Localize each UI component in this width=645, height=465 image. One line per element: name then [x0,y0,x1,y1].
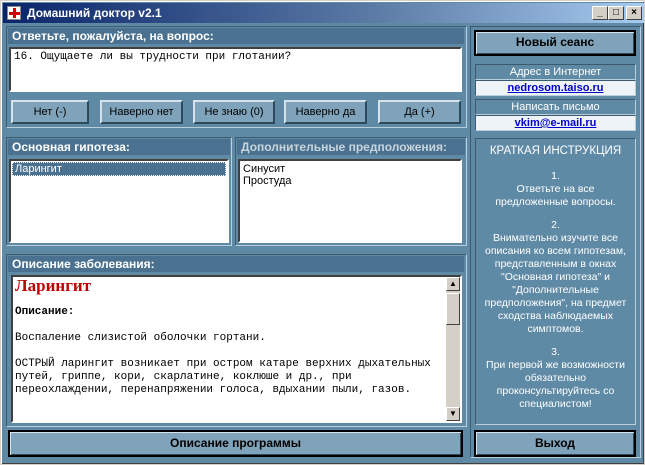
list-item[interactable]: Синусит [240,163,460,175]
list-item[interactable]: Простуда [240,175,460,187]
close-button[interactable]: × [626,6,642,20]
instructions-panel: КРАТКАЯ ИНСТРУКЦИЯ 1. Ответьте на все пр… [475,138,636,425]
description-label: Описание: [15,306,75,318]
description-para2: ОСТРЫЙ ларингит возникает при остром кат… [15,358,431,396]
mail-box: Написать письмо vkim@e-mail.ru [475,99,636,131]
step2-text: Внимательно изучите все описания ко всем… [484,232,627,335]
step3-number: 3. [551,346,560,358]
question-text: 16. Ощущаете ли вы трудности при глотани… [9,47,462,92]
answer-dont-know-button[interactable]: Не знаю (0) [193,100,275,124]
description-header: Описание заболевания: [8,256,464,272]
description-scrollbar[interactable]: ▲ ▼ [446,277,460,421]
step1-text: Ответьте на все предложенные вопросы. [495,183,616,208]
scroll-down-icon[interactable]: ▼ [446,407,460,421]
address-box: Адрес в Интернет nedrosom.taiso.ru [475,64,636,96]
answer-no-button[interactable]: Нет (-) [11,100,89,124]
answer-probably-yes-button[interactable]: Наверно да [284,100,367,124]
main-hypothesis-list[interactable]: Ларингит [9,159,229,243]
answer-yes-button[interactable]: Да (+) [378,100,461,124]
exit-button[interactable]: Выход [474,430,636,457]
window-title: Домашний доктор v2.1 [27,6,162,20]
app-window: Домашний доктор v2.1 _ □ × Ответьте, пож… [0,0,645,465]
extra-hypotheses-list[interactable]: Синусит Простуда [238,159,462,243]
mail-label: Написать письмо [475,99,636,115]
description-para1: Воспаление слизистой оболочки гортани. [15,332,266,344]
disease-title: Ларингит [15,276,92,295]
instructions-title: КРАТКАЯ ИНСТРУКЦИЯ [489,145,622,157]
minimize-button[interactable]: _ [592,6,608,20]
step3-text: При первой же возможности обязательно пр… [486,359,625,410]
step1-number: 1. [551,170,560,182]
address-label: Адрес в Интернет [475,64,636,80]
about-program-button[interactable]: Описание программы [8,430,463,457]
scroll-up-icon[interactable]: ▲ [446,277,460,291]
step2-number: 2. [551,219,560,231]
email-link[interactable]: vkim@e-mail.ru [475,115,636,131]
red-cross-icon [7,6,21,20]
website-link[interactable]: nedrosom.taiso.ru [475,80,636,96]
scroll-thumb[interactable] [446,293,460,325]
extra-hypotheses-header: Дополнительные предположения: [237,139,465,155]
description-content: Ларингит Описание: Воспаление слизистой … [15,276,445,410]
maximize-button[interactable]: □ [608,6,624,20]
new-session-button[interactable]: Новый сеанс [474,30,636,56]
list-item[interactable]: Ларингит [12,162,226,176]
question-header: Ответьте, пожалуйста, на вопрос: [8,28,464,44]
answer-probably-no-button[interactable]: Наверно нет [100,100,183,124]
title-bar[interactable]: Домашний доктор v2.1 _ □ × [3,3,644,23]
description-view[interactable]: Ларингит Описание: Воспаление слизистой … [11,275,462,423]
main-hypothesis-header: Основная гипотеза: [8,139,230,155]
